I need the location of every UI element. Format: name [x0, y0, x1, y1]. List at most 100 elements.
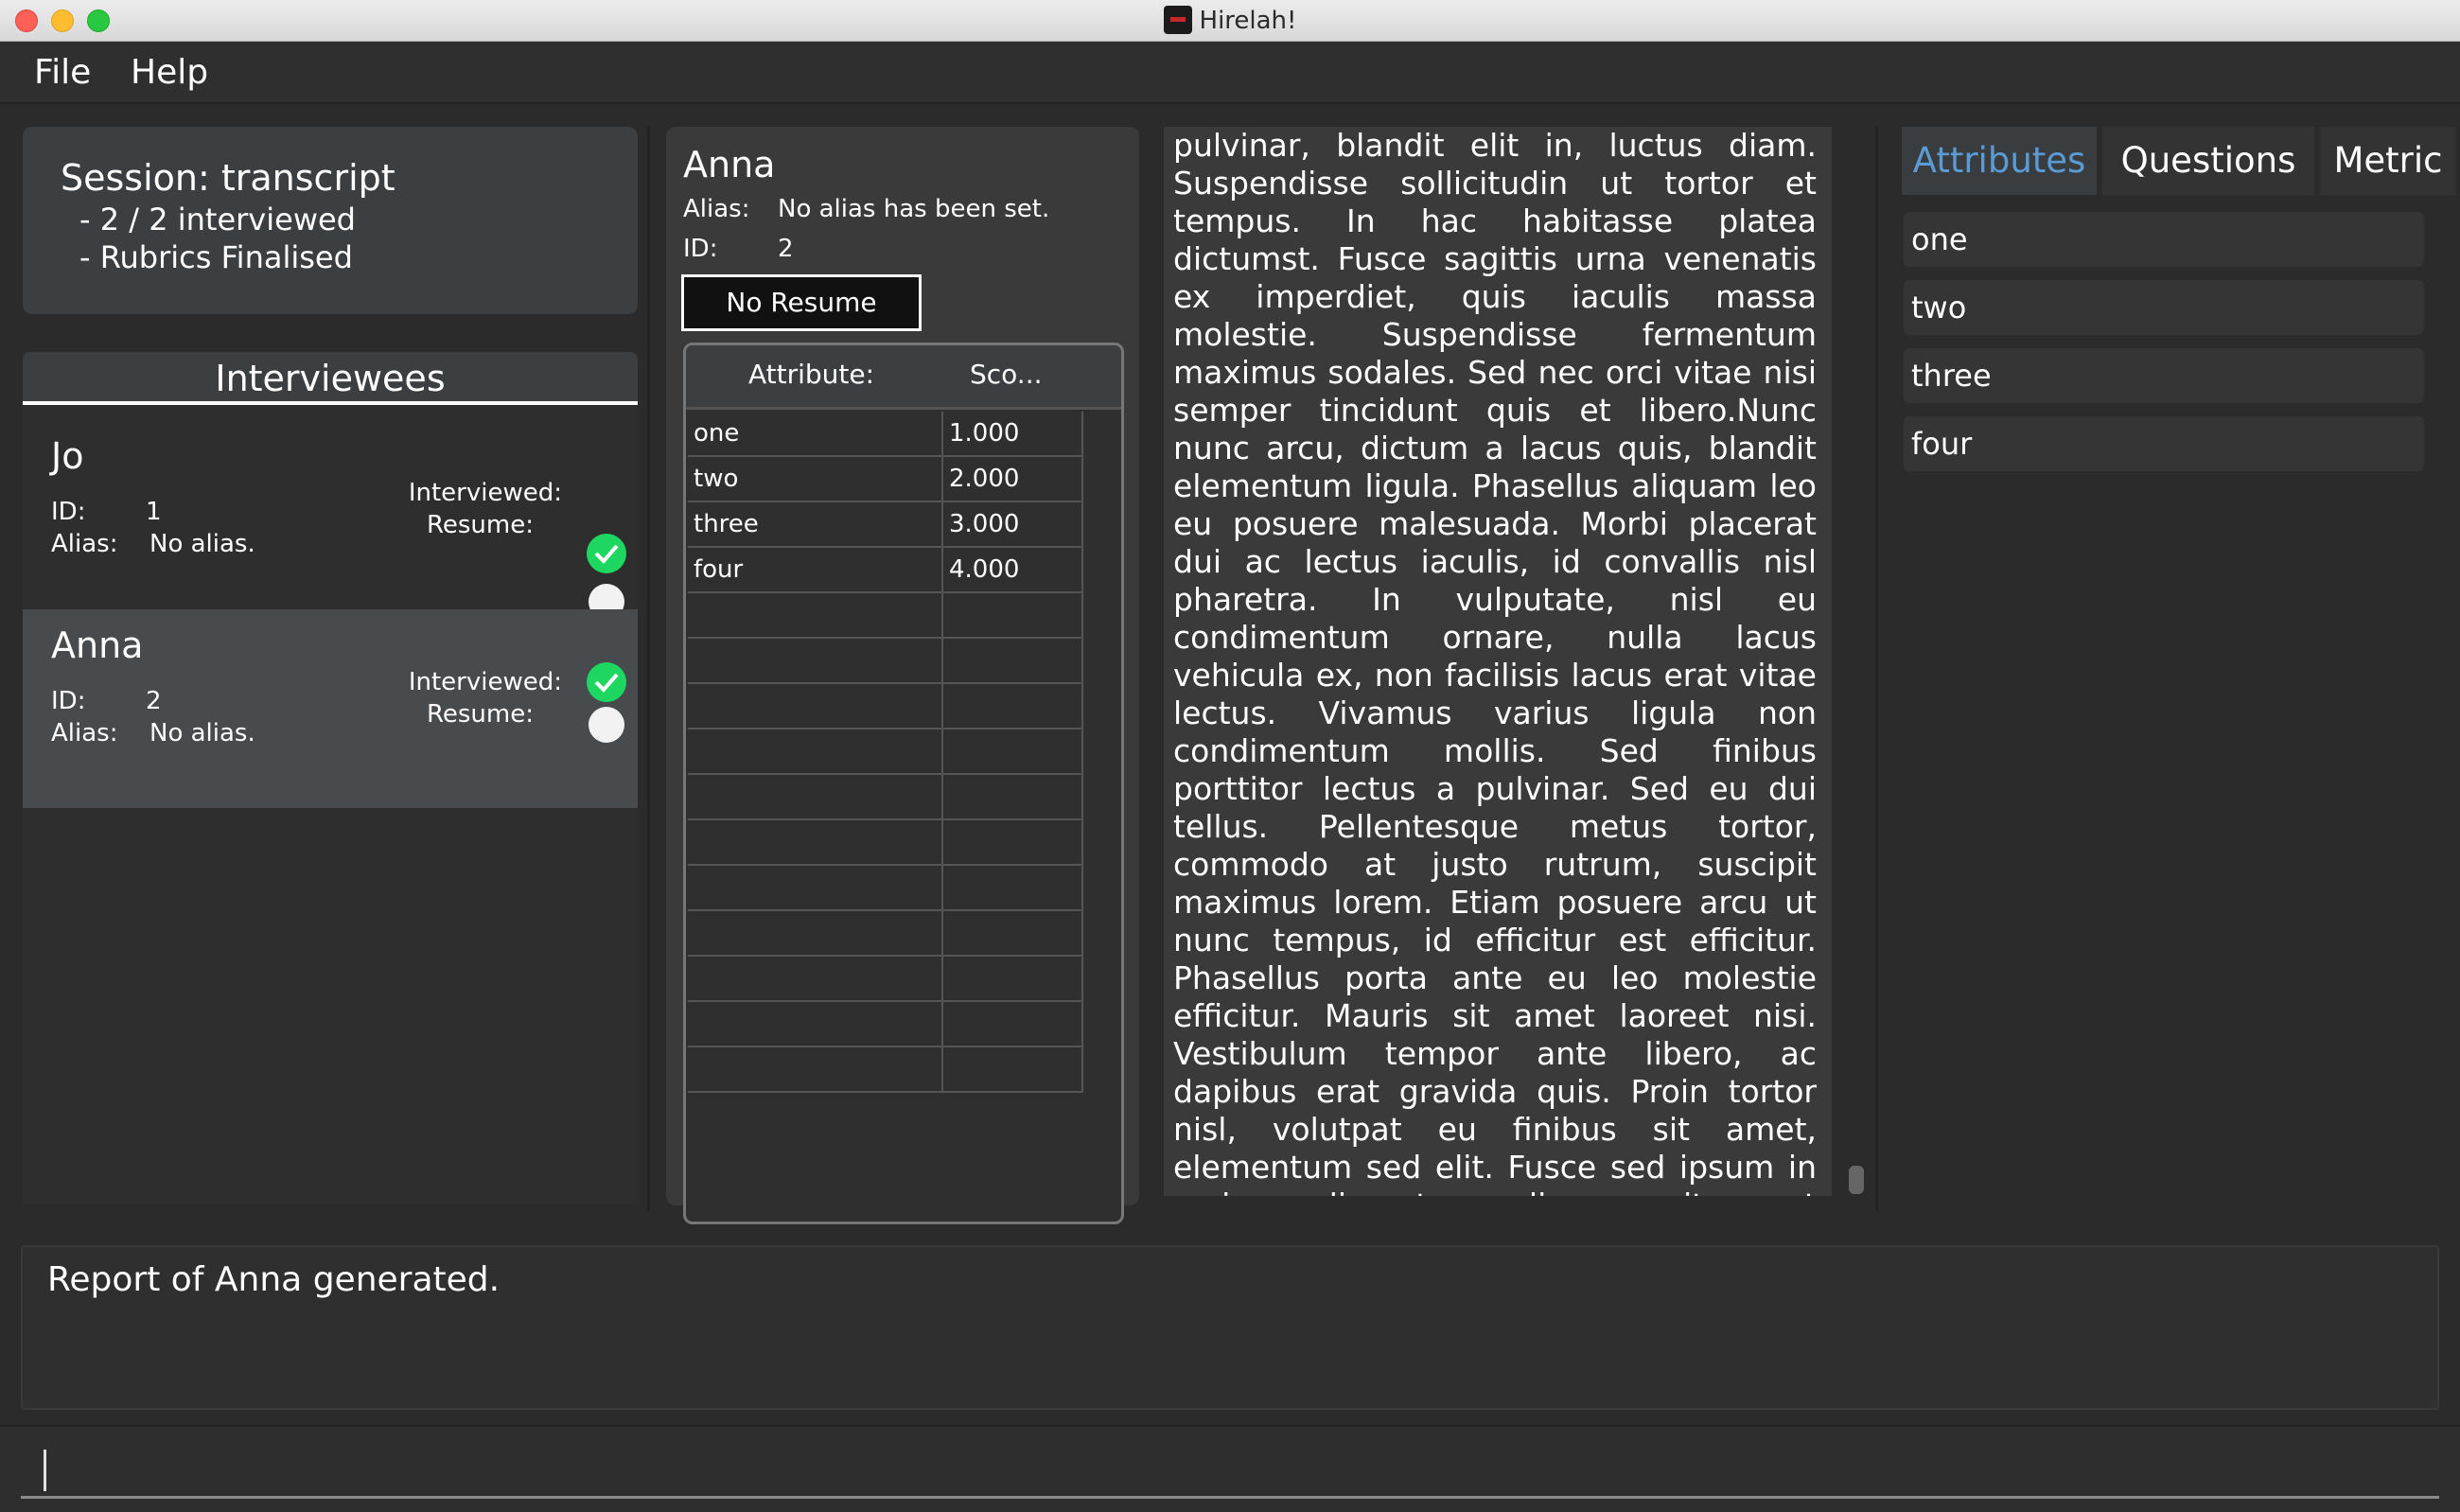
detail-alias: No alias has been set. [778, 195, 1050, 223]
table-row[interactable] [688, 639, 1083, 684]
score-cell [943, 593, 1083, 639]
column-header-attribute[interactable]: Attribute: [748, 359, 874, 390]
score-cell: 3.000 [943, 502, 1083, 548]
detail-alias-label: Alias: [683, 195, 750, 223]
table-row[interactable] [688, 957, 1083, 1002]
attribute-cell [688, 820, 943, 866]
menu-file[interactable]: File [34, 53, 91, 92]
session-rubrics-status: - Rubrics Finalised [79, 239, 353, 275]
transcript-scrollbar[interactable] [1849, 1166, 1864, 1194]
score-cell [943, 1047, 1083, 1093]
no-resume-button[interactable]: No Resume [681, 274, 922, 331]
menu-help[interactable]: Help [131, 53, 208, 92]
resume-label: Resume: [426, 700, 534, 729]
table-row[interactable] [688, 866, 1083, 911]
tab-metric[interactable]: Metric [2320, 127, 2456, 195]
score-cell [943, 639, 1083, 684]
score-cell [943, 866, 1083, 911]
check-circle-icon [587, 534, 626, 573]
interviewed-label: Interviewed: [408, 479, 562, 507]
score-table: Attribute: Sco... one 1.000 two 2.000 three 3… [683, 343, 1124, 1224]
title-bar: Hirelah! [0, 0, 2460, 42]
table-row[interactable] [688, 820, 1083, 866]
interviewee-alias-label: Alias: [51, 719, 118, 747]
attribute-cell [688, 957, 943, 1002]
score-table-header: Attribute: Sco... [686, 345, 1121, 410]
transcript-text: pulvinar, blandit elit in, luctus diam. … [1173, 127, 1817, 1196]
interviewee-alias: No alias. [149, 530, 255, 558]
command-input[interactable] [21, 1442, 2439, 1499]
app-logo-icon [1163, 6, 1192, 34]
tab-attributes[interactable]: Attributes [1902, 127, 2097, 195]
table-row[interactable] [688, 911, 1083, 957]
score-cell [943, 775, 1083, 820]
attribute-cell [688, 730, 943, 775]
attribute-item[interactable]: four [1904, 416, 2424, 471]
score-cell [943, 957, 1083, 1002]
menu-bar: File Help [0, 42, 2460, 104]
attribute-item[interactable]: one [1904, 212, 2424, 267]
table-row[interactable] [688, 684, 1083, 730]
attribute-cell [688, 1047, 943, 1093]
score-cell [943, 730, 1083, 775]
interviewee-card-jo[interactable]: Jo ID: 1 Alias: No alias. Interviewed: R… [23, 420, 638, 620]
resume-label: Resume: [426, 511, 534, 539]
divider[interactable] [1875, 127, 1878, 1211]
interviewee-alias-label: Alias: [51, 530, 118, 558]
attribute-cell: three [688, 502, 943, 548]
interviewee-id: 2 [146, 687, 162, 715]
table-row[interactable] [688, 775, 1083, 820]
table-row[interactable] [688, 593, 1083, 639]
interviewee-name: Jo [51, 435, 84, 477]
interviewed-label: Interviewed: [408, 668, 562, 696]
session-title: Session: transcript [61, 157, 395, 199]
transcript-panel[interactable]: pulvinar, blandit elit in, luctus diam. … [1164, 127, 1832, 1196]
interviewee-id-label: ID: [51, 498, 86, 526]
interviewee-card-anna[interactable]: Anna ID: 2 Alias: No alias. Interviewed:… [23, 609, 638, 808]
attribute-cell [688, 866, 943, 911]
interviewees-header: Interviewees [23, 352, 638, 405]
table-row[interactable] [688, 1002, 1083, 1047]
attribute-item[interactable]: three [1904, 348, 2424, 403]
attribute-cell [688, 1002, 943, 1047]
attribute-cell [688, 593, 943, 639]
text-caret [44, 1450, 46, 1491]
tab-bar: Attributes Questions Metric [1902, 127, 2456, 195]
column-header-score[interactable]: Sco... [970, 359, 1043, 390]
command-box [0, 1425, 2460, 1512]
interviewee-alias: No alias. [149, 719, 255, 747]
circle-icon [589, 707, 624, 743]
table-row[interactable]: four 4.000 [688, 548, 1083, 593]
table-row[interactable] [688, 1047, 1083, 1093]
window-title: Hirelah! [0, 6, 2460, 35]
score-cell [943, 820, 1083, 866]
attribute-item[interactable]: two [1904, 280, 2424, 335]
table-row[interactable]: three 3.000 [688, 502, 1083, 548]
score-cell: 4.000 [943, 548, 1083, 593]
interviewee-name: Anna [51, 624, 144, 666]
interviewees-panel: Interviewees Jo ID: 1 Alias: No alias. I… [23, 352, 638, 1204]
attribute-cell [688, 639, 943, 684]
interviewee-detail-panel: Anna Alias: No alias has been set. ID: 2… [666, 127, 1139, 1224]
table-row[interactable]: one 1.000 [688, 412, 1083, 457]
attribute-cell: one [688, 412, 943, 457]
detail-name: Anna [683, 144, 776, 185]
score-cell [943, 1002, 1083, 1047]
attribute-cell: four [688, 548, 943, 593]
score-cell: 2.000 [943, 457, 1083, 502]
session-card: Session: transcript - 2 / 2 interviewed … [23, 127, 638, 314]
attribute-cell [688, 775, 943, 820]
table-row[interactable]: two 2.000 [688, 457, 1083, 502]
tab-questions[interactable]: Questions [2102, 127, 2314, 195]
score-cell [943, 684, 1083, 730]
score-cell: 1.000 [943, 412, 1083, 457]
divider[interactable] [647, 127, 650, 1211]
interviewee-id: 1 [146, 498, 162, 526]
table-row[interactable] [688, 730, 1083, 775]
detail-id-label: ID: [683, 235, 718, 263]
window-title-text: Hirelah! [1199, 7, 1297, 35]
interviewee-id-label: ID: [51, 687, 86, 715]
check-circle-icon [587, 662, 626, 702]
result-message: Report of Anna generated. [47, 1260, 501, 1299]
attribute-cell [688, 684, 943, 730]
